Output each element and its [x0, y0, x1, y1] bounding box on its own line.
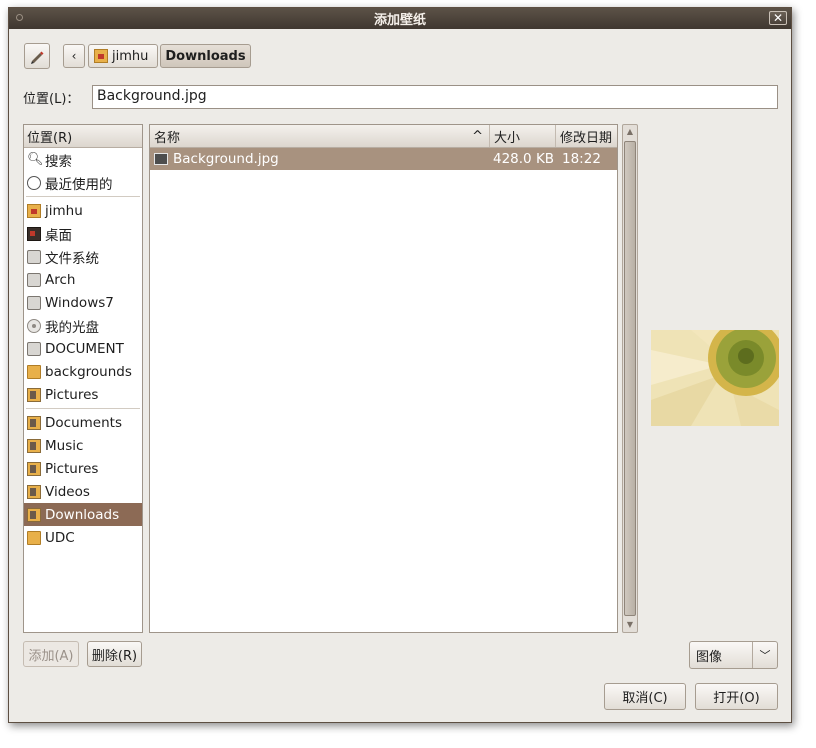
sidebar-item-label: Arch: [45, 271, 76, 288]
places-sidebar: 位置(R) 🔍︎ 搜索 最近使用的 jimhu 桌面 文件系统 Arch Win…: [23, 124, 143, 633]
pictures-icon: [27, 387, 41, 402]
sidebar-item-filesystem[interactable]: 文件系统: [24, 245, 142, 268]
file-list: 名称 ^ 大小 修改日期 Background.jpg 428.0 KB 18:…: [149, 124, 618, 633]
sidebar-separator: [26, 196, 140, 197]
column-header-size[interactable]: 大小: [490, 125, 556, 147]
column-label: 名称: [154, 130, 181, 146]
scroll-down-icon[interactable]: ▼: [623, 618, 637, 632]
sidebar-item-pictures-bookmark[interactable]: Pictures: [24, 383, 142, 406]
column-header-modified[interactable]: 修改日期: [556, 125, 617, 147]
file-size-cell: 428.0 KB: [493, 151, 555, 167]
sidebar-item-label: 最近使用的: [45, 176, 113, 193]
places-header[interactable]: 位置(R): [24, 125, 142, 148]
drive-icon: [27, 272, 41, 287]
chevron-down-icon: ﹀: [752, 642, 777, 668]
music-icon: [27, 438, 41, 453]
desktop-icon: [27, 226, 41, 241]
sidebar-item-cd[interactable]: 我的光盘: [24, 314, 142, 337]
scroll-up-icon[interactable]: ▲: [623, 125, 637, 139]
daisy-preview-image: [651, 330, 779, 426]
sidebar-item-label: backgrounds: [45, 363, 132, 380]
sidebar-item-windows7[interactable]: Windows7: [24, 291, 142, 314]
image-preview: [651, 330, 779, 426]
sidebar-item-label: Music: [45, 437, 84, 454]
file-row-background-jpg[interactable]: Background.jpg 428.0 KB 18:22: [150, 148, 617, 170]
column-header-name[interactable]: 名称 ^: [150, 125, 490, 147]
sidebar-item-music[interactable]: Music: [24, 434, 142, 457]
sidebar-item-label: Downloads: [45, 506, 120, 523]
pencil-icon: [31, 51, 44, 64]
sidebar-item-label: jimhu: [45, 202, 83, 219]
home-icon: [27, 203, 41, 218]
sidebar-item-documents[interactable]: Documents: [24, 411, 142, 434]
type-location-button[interactable]: [24, 43, 50, 69]
sidebar-item-label: Pictures: [45, 386, 99, 403]
sidebar-item-label: Windows7: [45, 294, 114, 311]
open-button[interactable]: 打开(O): [695, 683, 778, 710]
sidebar-item-label: 我的光盘: [45, 319, 99, 336]
home-folder-icon: [94, 49, 108, 63]
sidebar-item-pictures[interactable]: Pictures: [24, 457, 142, 480]
breadcrumb-downloads[interactable]: Downloads: [160, 44, 251, 68]
close-button[interactable]: ✕: [769, 11, 787, 25]
file-list-scrollbar[interactable]: ▲ ▼: [622, 124, 638, 633]
location-input[interactable]: Background.jpg: [92, 85, 778, 109]
sidebar-separator: [26, 408, 140, 409]
drive-icon: [27, 295, 41, 310]
file-name: Background.jpg: [173, 151, 279, 167]
file-modified-cell: 18:22: [562, 151, 601, 167]
sidebar-item-label: DOCUMENT: [45, 340, 124, 357]
sidebar-item-search[interactable]: 🔍︎ 搜索: [24, 148, 142, 171]
filter-selected-value: 图像: [696, 649, 723, 665]
sort-ascending-icon: ^: [472, 128, 483, 144]
sidebar-item-label: UDC: [45, 529, 75, 546]
folder-icon: [27, 364, 41, 379]
drive-icon: [27, 341, 41, 356]
cancel-button[interactable]: 取消(C): [604, 683, 686, 710]
sidebar-item-backgrounds[interactable]: backgrounds: [24, 360, 142, 383]
scrollbar-thumb[interactable]: [624, 141, 636, 616]
window-menu-icon[interactable]: [16, 14, 23, 21]
file-name-cell: Background.jpg: [150, 148, 490, 170]
pictures-icon: [27, 461, 41, 476]
folder-icon: [27, 530, 41, 545]
breadcrumb-label: jimhu: [112, 48, 149, 64]
cd-icon: [27, 318, 41, 333]
title-bar[interactable]: 添加壁纸 ✕: [9, 8, 791, 29]
remove-bookmark-button[interactable]: 删除(R): [87, 641, 142, 667]
image-file-icon: [154, 153, 168, 165]
breadcrumb-back-button[interactable]: ‹: [63, 44, 85, 68]
file-type-filter-select[interactable]: 图像 ﹀: [689, 641, 778, 669]
search-icon: 🔍︎: [27, 151, 44, 167]
recent-icon: [27, 175, 41, 190]
add-bookmark-button[interactable]: 添加(A): [23, 641, 79, 667]
breadcrumb-jimhu[interactable]: jimhu: [88, 44, 158, 68]
sidebar-item-document[interactable]: DOCUMENT: [24, 337, 142, 360]
location-label: 位置(L)：: [23, 92, 80, 107]
sidebar-item-label: 桌面: [45, 227, 72, 244]
downloads-icon: [27, 507, 41, 522]
sidebar-item-label: Documents: [45, 414, 122, 431]
file-chooser-dialog: 添加壁纸 ✕ ‹ jimhu Downloads 位置(L)： Backgrou…: [8, 7, 792, 723]
sidebar-item-arch[interactable]: Arch: [24, 268, 142, 291]
sidebar-item-label: 搜索: [45, 153, 72, 170]
sidebar-item-desktop[interactable]: 桌面: [24, 222, 142, 245]
sidebar-item-label: Pictures: [45, 460, 99, 477]
videos-icon: [27, 484, 41, 499]
sidebar-item-jimhu[interactable]: jimhu: [24, 199, 142, 222]
sidebar-item-videos[interactable]: Videos: [24, 480, 142, 503]
file-list-header: 名称 ^ 大小 修改日期: [150, 125, 617, 148]
drive-icon: [27, 249, 41, 264]
sidebar-item-label: 文件系统: [45, 250, 99, 267]
sidebar-item-downloads[interactable]: Downloads: [24, 503, 142, 526]
sidebar-item-recent[interactable]: 最近使用的: [24, 171, 142, 194]
sidebar-item-udc[interactable]: UDC: [24, 526, 142, 549]
window-title: 添加壁纸: [373, 13, 426, 28]
documents-icon: [27, 415, 41, 430]
sidebar-item-label: Videos: [45, 483, 90, 500]
